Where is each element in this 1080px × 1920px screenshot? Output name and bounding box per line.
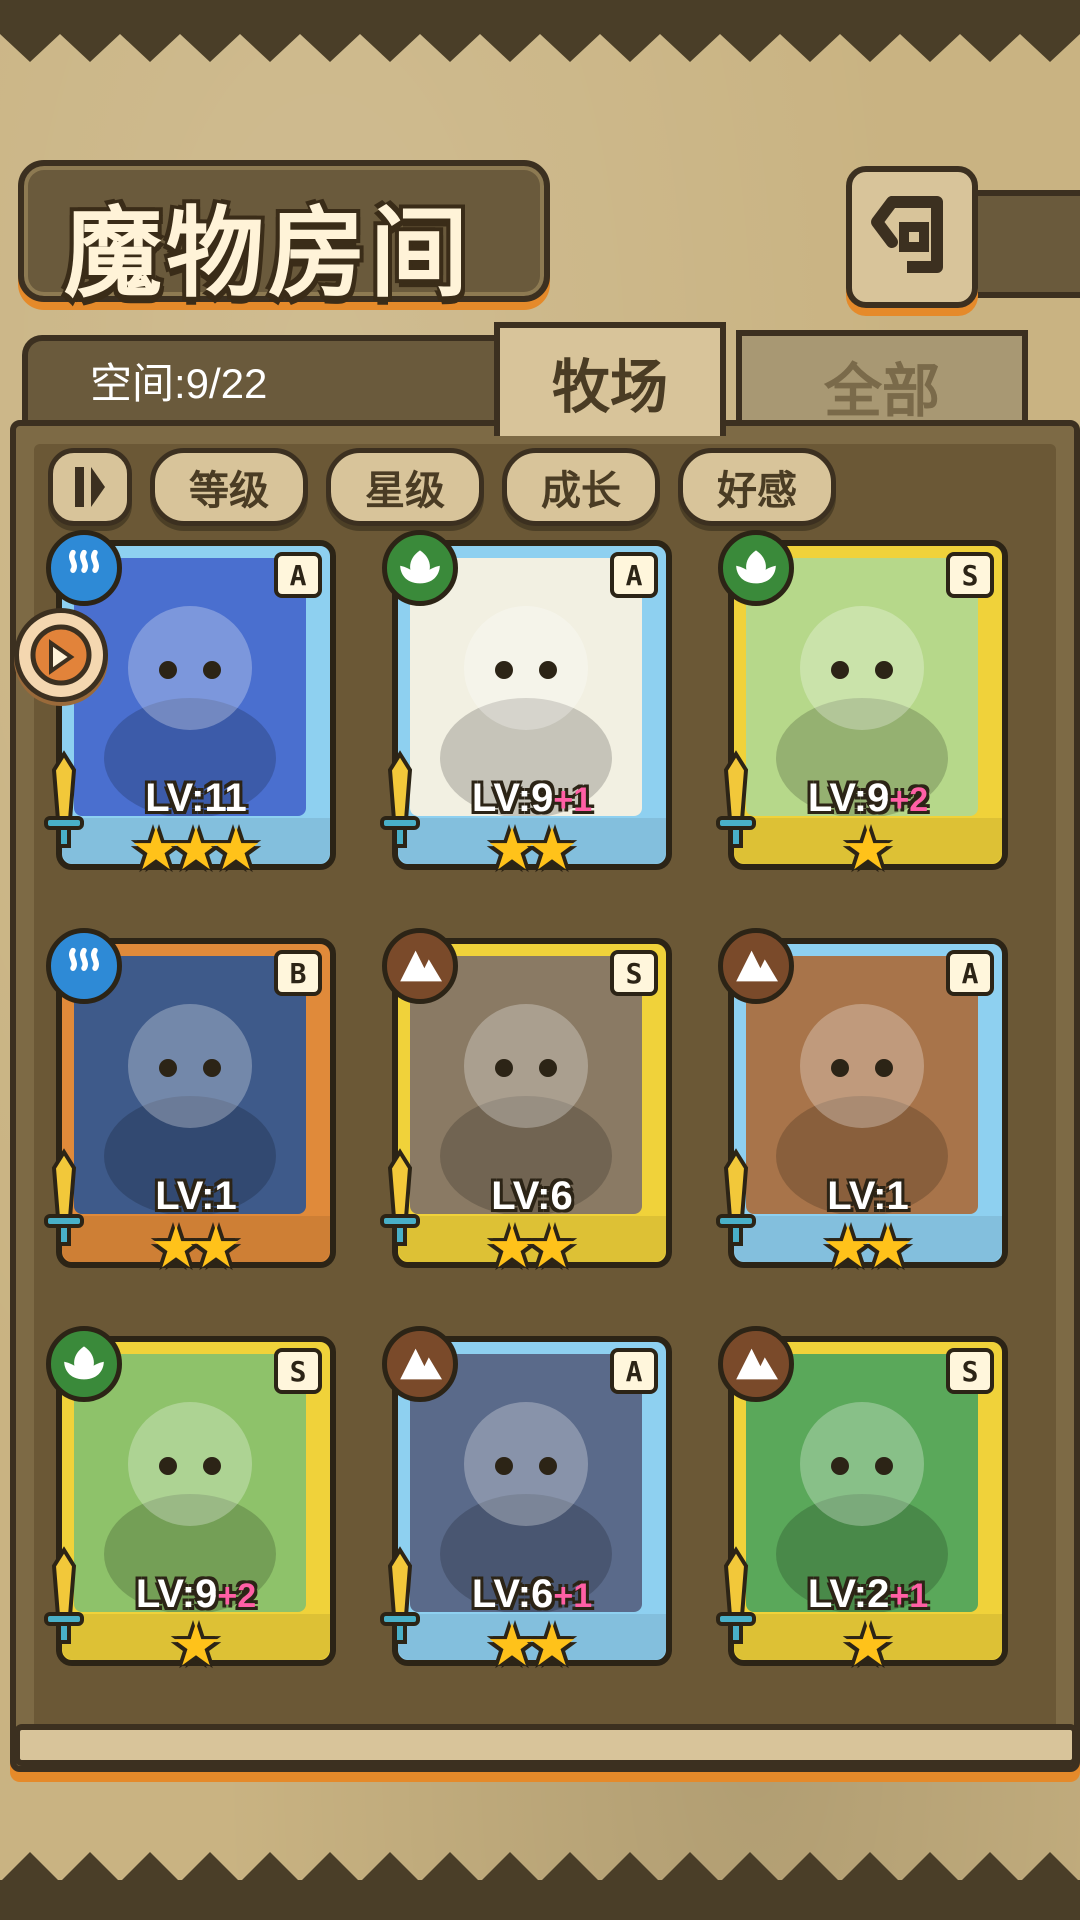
element-earth-icon [382,928,458,1004]
level-bonus: +2 [889,781,929,819]
element-earth-icon [718,928,794,1004]
page-title: 魔物房间 [64,196,473,311]
level-value: LV:1 [155,1174,237,1218]
rank-badge: A [610,552,658,598]
back-button[interactable] [846,166,978,308]
level-value: LV:11 [145,776,247,820]
rank-badge: S [946,552,994,598]
star-icon: ★ [862,1213,914,1281]
sort-by-level-button[interactable]: 等级 [150,448,308,526]
toggle-arrow-icon [30,624,92,686]
element-earth-icon [382,1326,458,1402]
star-icon: ★ [190,1213,242,1281]
panel-bottom-rail [14,1724,1078,1766]
monster-card[interactable]: S LV:9+2 ★ [44,1326,336,1674]
side-toggle-button[interactable] [14,608,108,702]
sort-by-star-button[interactable]: 星级 [326,448,484,526]
zigzag-border-bottom [0,1852,1080,1920]
element-water-icon [46,530,122,606]
element-water-icon [46,928,122,1004]
monster-card[interactable]: A LV:9+1 ★ ★ [380,530,672,878]
monster-card[interactable]: S LV:6 ★ ★ [380,928,672,1276]
star-icon: ★ [526,815,578,883]
space-counter: 空间:9/22 [90,360,268,407]
level-value: LV:9 [471,776,554,820]
sort-toggle-icon [75,467,105,507]
level-value: LV:9 [807,776,890,820]
level-bonus: +2 [217,1577,257,1615]
monster-card[interactable]: B LV:1 ★ ★ [44,928,336,1276]
rank-badge: A [274,552,322,598]
monster-card[interactable]: A LV:6+1 ★ ★ [380,1326,672,1674]
level-value: LV:6 [471,1572,554,1616]
rank-badge: B [274,950,322,996]
tab-ranch[interactable]: 牧场 [494,322,726,436]
rank-badge: S [274,1348,322,1394]
star-icon: ★ [526,1611,578,1679]
level-bonus: +1 [553,781,593,819]
level-bonus: +1 [889,1577,929,1615]
rank-badge: S [610,950,658,996]
level-value: LV:6 [491,1174,573,1218]
star-icon: ★ [526,1213,578,1281]
level-value: LV:9 [135,1572,218,1616]
star-rating: ★ ★ ★ [56,820,336,878]
star-rating: ★ ★ [392,1218,672,1276]
level-value: LV:2 [807,1572,890,1616]
star-icon: ★ [170,1611,222,1679]
element-grass-icon [718,530,794,606]
star-rating: ★ [728,1616,1008,1674]
sort-by-growth-button[interactable]: 成长 [502,448,660,526]
element-grass-icon [46,1326,122,1402]
monster-card[interactable]: A LV:1 ★ ★ [716,928,1008,1276]
element-grass-icon [382,530,458,606]
zigzag-border-top [0,0,1080,62]
element-earth-icon [718,1326,794,1402]
star-icon: ★ [842,815,894,883]
rank-badge: A [946,950,994,996]
level-value: LV:1 [827,1174,909,1218]
rank-badge: A [610,1348,658,1394]
title-plate: 魔物房间 [18,160,550,311]
star-rating: ★ [728,820,1008,878]
monster-card[interactable]: S LV:2+1 ★ [716,1326,1008,1674]
star-icon: ★ [842,1611,894,1679]
back-button-rail [966,190,1080,298]
level-bonus: +1 [553,1577,593,1615]
star-rating: ★ ★ [392,820,672,878]
sort-order-button[interactable] [48,448,132,526]
monster-card[interactable]: S LV:9+2 ★ [716,530,1008,878]
star-rating: ★ ★ [392,1616,672,1674]
star-rating: ★ ★ [56,1218,336,1276]
monster-card[interactable]: A LV:11 ★ ★ ★ [44,530,336,878]
star-rating: ★ ★ [728,1218,1008,1276]
star-rating: ★ [56,1616,336,1674]
return-arrow-icon [871,196,943,273]
star-icon: ★ [210,815,262,883]
sort-by-affection-button[interactable]: 好感 [678,448,836,526]
rank-badge: S [946,1348,994,1394]
